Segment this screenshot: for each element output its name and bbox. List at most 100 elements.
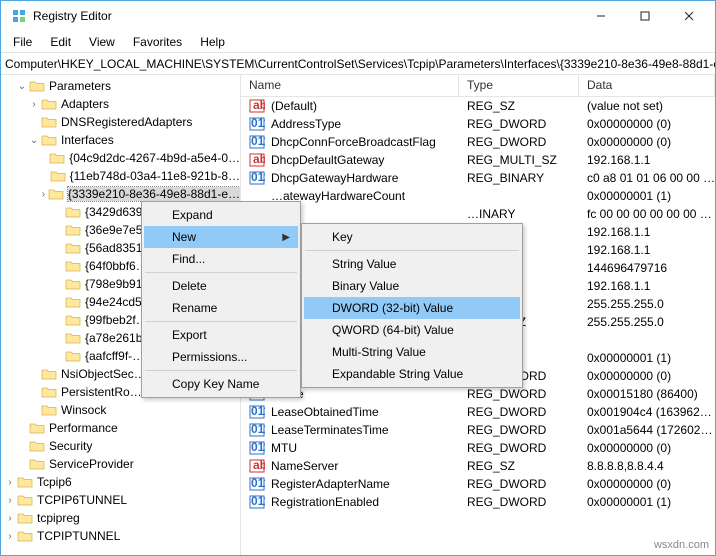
value-data: 0x00000001 (1) [579,495,715,509]
menu-item[interactable]: Expand [144,204,298,226]
column-data[interactable]: Data [579,75,715,96]
value-type: REG_DWORD [459,441,579,455]
list-row[interactable]: abDhcpDefaultGatewayREG_MULTI_SZ192.168.… [241,151,715,169]
menu-item[interactable]: Delete [144,275,298,297]
menu-item[interactable]: String Value [304,253,520,275]
list-row[interactable]: abNameServerREG_SZ8.8.8.8,8.8.4.4 [241,457,715,475]
value-type: REG_DWORD [459,135,579,149]
tree-item[interactable]: DNSRegisteredAdapters [1,113,240,131]
maximize-button[interactable] [623,2,667,30]
tree-label: Winsock [61,403,106,417]
list-row[interactable]: 011LeaseObtainedTimeREG_DWORD0x001904c4 … [241,403,715,421]
folder-icon [17,529,33,543]
value-icon: ab [249,459,265,473]
column-type[interactable]: Type [459,75,579,96]
minimize-button[interactable] [579,2,623,30]
menu-item[interactable]: Rename [144,297,298,319]
menu-item[interactable]: New▶ [144,226,298,248]
menu-view[interactable]: View [81,33,123,51]
expand-toggle[interactable]: › [3,495,17,506]
menu-item[interactable]: QWORD (64-bit) Value [304,319,520,341]
expand-toggle[interactable]: ⌄ [15,81,29,92]
tree-label: ServiceProvider [49,457,134,471]
list-row[interactable]: 011DhcpGatewayHardwareREG_BINARYc0 a8 01… [241,169,715,187]
tree-item[interactable]: {11eb748d-03a4-11e8-921b-8… [1,167,240,185]
folder-icon [65,331,81,345]
folder-icon [65,241,81,255]
value-data: 192.168.1.1 [579,243,715,257]
value-data: 192.168.1.1 [579,153,715,167]
menu-item[interactable]: Key [304,226,520,248]
tree-label: PersistentRo… [61,385,142,399]
expand-toggle[interactable]: › [3,531,17,542]
value-name: RegistrationEnabled [271,495,379,509]
new-submenu[interactable]: Key String ValueBinary ValueDWORD (32-bit… [301,223,523,388]
tree-item[interactable]: ›Adapters [1,95,240,113]
value-data: 0x001904c4 (163962… [579,405,715,419]
expand-toggle[interactable]: ⌄ [27,135,41,146]
menu-item[interactable]: Find... [144,248,298,270]
tree-item[interactable]: ServiceProvider [1,455,240,473]
list-row[interactable]: 011MTUREG_DWORD0x00000000 (0) [241,439,715,457]
tree-label: {3339e210-8e36-49e8-88d1-e… [68,187,240,201]
tree-item[interactable]: › Tcpip6 [1,473,240,491]
menu-edit[interactable]: Edit [42,33,79,51]
svg-text:011: 011 [251,477,265,490]
menu-file[interactable]: File [5,33,40,51]
value-type: REG_DWORD [459,495,579,509]
tree-label: Interfaces [61,133,114,147]
tree-item[interactable]: ›TCPIPTUNNEL [1,527,240,545]
close-button[interactable] [667,2,711,30]
folder-icon [17,511,33,525]
folder-icon [41,403,57,417]
folder-icon [41,385,57,399]
expand-toggle[interactable]: › [39,189,48,200]
svg-text:011: 011 [251,171,265,184]
address-bar[interactable]: Computer\HKEY_LOCAL_MACHINE\SYSTEM\Curre… [1,53,715,75]
tree-label: Tcpip6 [37,475,72,489]
value-icon: 011 [249,117,265,131]
list-row[interactable]: …INARYfc 00 00 00 00 00 00 … [241,205,715,223]
list-row[interactable]: 011RegistrationEnabledREG_DWORD0x0000000… [241,493,715,511]
tree-item[interactable]: Performance [1,419,240,437]
list-row[interactable]: 011DhcpConnForceBroadcastFlagREG_DWORD0x… [241,133,715,151]
tree-item[interactable]: Winsock [1,401,240,419]
menu-item[interactable]: Binary Value [304,275,520,297]
menu-item[interactable]: Expandable String Value [304,363,520,385]
menu-item[interactable]: Export [144,324,298,346]
folder-icon [65,313,81,327]
value-type: REG_DWORD [459,405,579,419]
value-icon: 011 [249,477,265,491]
value-data: (value not set) [579,99,715,113]
value-name: LeaseObtainedTime [271,405,379,419]
menu-item[interactable]: Copy Key Name [144,373,298,395]
list-row[interactable]: …atewayHardwareCount0x00000001 (1) [241,187,715,205]
expand-toggle[interactable]: › [27,99,41,110]
menu-favorites[interactable]: Favorites [125,33,190,51]
expand-toggle[interactable]: › [3,477,17,488]
menu-item[interactable]: DWORD (32-bit) Value [304,297,520,319]
tree-label: {04c9d2dc-4267-4b9d-a5e4-0… [69,151,240,165]
list-row[interactable]: ab(Default)REG_SZ(value not set) [241,97,715,115]
list-row[interactable]: 011LeaseTerminatesTimeREG_DWORD0x001a564… [241,421,715,439]
svg-text:011: 011 [251,423,265,436]
folder-icon [65,277,81,291]
menu-item[interactable]: Permissions... [144,346,298,368]
tree-item[interactable]: Security [1,437,240,455]
tree-item[interactable]: ›TCPIP6TUNNEL [1,491,240,509]
tree-item[interactable]: {04c9d2dc-4267-4b9d-a5e4-0… [1,149,240,167]
list-row[interactable]: 011AddressTypeREG_DWORD0x00000000 (0) [241,115,715,133]
list-row[interactable]: 011RegisterAdapterNameREG_DWORD0x0000000… [241,475,715,493]
menu-help[interactable]: Help [192,33,233,51]
folder-icon [29,421,45,435]
tree-item[interactable]: ⌄Parameters [1,77,240,95]
tree-item[interactable]: ›tcpipreg [1,509,240,527]
value-data: 0x00015180 (86400) [579,387,715,401]
tree-item[interactable]: ⌄ Interfaces [1,131,240,149]
folder-icon [49,151,65,165]
menu-item[interactable]: Multi-String Value [304,341,520,363]
value-icon: 011 [249,441,265,455]
context-menu[interactable]: ExpandNew▶Find... DeleteRename ExportPermi… [141,201,301,398]
column-name[interactable]: Name [241,75,459,96]
expand-toggle[interactable]: › [3,513,17,524]
